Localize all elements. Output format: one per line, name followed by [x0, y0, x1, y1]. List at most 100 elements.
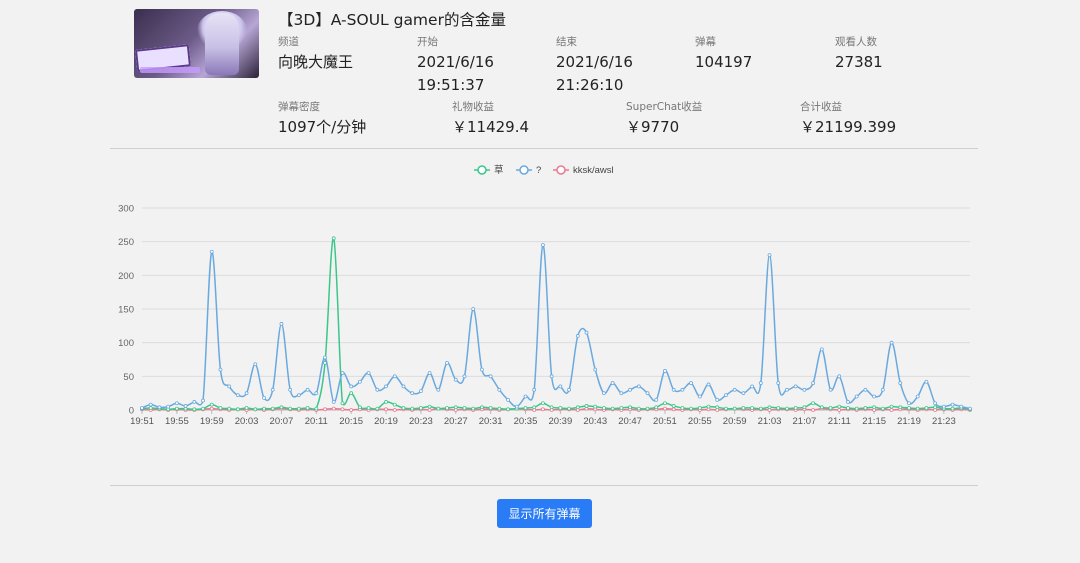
- series-point: [541, 243, 545, 247]
- y-tick-label: 150: [118, 305, 134, 316]
- y-tick-label: 250: [118, 237, 134, 248]
- series-point: [401, 406, 406, 410]
- series-point: [654, 397, 659, 402]
- series-point: [933, 405, 938, 410]
- chart-legend[interactable]: 草? kksk/awsl: [474, 164, 614, 176]
- series-point: [819, 347, 824, 352]
- x-tick-label: 20:03: [235, 416, 259, 427]
- danmaku-line-chart: 0 50 100 150 200 250 300 19:51 19:55 19:59 20:03 2…: [118, 164, 972, 427]
- series-point: [192, 407, 197, 412]
- series-point: [419, 389, 423, 394]
- series-point: [802, 387, 807, 392]
- series-point: [349, 408, 354, 412]
- series-point: [671, 387, 676, 392]
- series-point: [785, 387, 789, 392]
- series-point: [941, 404, 946, 409]
- series-point: [767, 253, 772, 258]
- series-point: [384, 384, 388, 389]
- legend-label: kksk/awsl: [573, 165, 614, 176]
- series-point: [148, 406, 153, 410]
- series-point: [166, 404, 171, 409]
- legend-item[interactable]: ?: [516, 165, 541, 176]
- series-point: [645, 391, 650, 396]
- stat-value: ￥11429.4: [452, 118, 530, 136]
- series-point: [506, 397, 510, 402]
- series-point: [532, 387, 537, 392]
- stat-channel: 频道 向晚大魔王: [278, 34, 353, 74]
- series-point: [462, 374, 467, 379]
- stat-end: 结束 2021/6/16 21:26:10: [556, 34, 633, 97]
- series-point: [523, 394, 528, 399]
- stat-superchat-income: SuperChat收益 ￥9770: [626, 99, 702, 139]
- series-point: [140, 406, 144, 410]
- x-tick-label: 20:39: [548, 416, 572, 427]
- chart-x-axis: 19:51 19:55 19:59 20:03 20:07 20:11 20:15 20:19…: [130, 410, 956, 427]
- series-point: [828, 406, 833, 410]
- series-point: [331, 400, 336, 404]
- series-point: [244, 406, 249, 410]
- series-point: [915, 394, 920, 399]
- x-tick-label: 19:51: [130, 416, 154, 427]
- series-point: [898, 405, 903, 410]
- series-1: [140, 243, 972, 411]
- y-tick-label: 0: [129, 406, 134, 417]
- series-point: [671, 404, 676, 408]
- series-point: [427, 408, 432, 412]
- series-point: [663, 401, 667, 406]
- x-tick-label: 21:03: [758, 416, 782, 427]
- series-point: [750, 406, 755, 410]
- stream-thumbnail[interactable]: [134, 9, 259, 78]
- series-point: [497, 406, 502, 411]
- series-point: [349, 391, 354, 396]
- series-point: [610, 381, 615, 385]
- series-point: [227, 384, 232, 389]
- series-point: [811, 408, 816, 412]
- y-tick-label: 300: [118, 204, 134, 215]
- stat-value: 27381: [835, 53, 883, 71]
- legend-item[interactable]: kksk/awsl: [553, 165, 614, 176]
- legend-label: ?: [536, 165, 541, 176]
- series-point: [357, 405, 362, 410]
- series-point: [288, 406, 293, 411]
- thumbnail-character: [205, 13, 239, 75]
- series-point: [253, 362, 258, 367]
- x-tick-label: 21:23: [932, 416, 956, 427]
- series-point: [663, 369, 667, 373]
- stat-label: 合计收益: [800, 101, 842, 113]
- series-point: [488, 374, 493, 379]
- series-point: [340, 407, 345, 412]
- series-point: [567, 406, 571, 411]
- series-line: [141, 244, 971, 410]
- thumbnail-banner-sub: [140, 67, 200, 73]
- series-point: [819, 405, 824, 410]
- series-point: [907, 406, 911, 410]
- series-point: [480, 367, 484, 372]
- series-point: [279, 321, 284, 326]
- series-point: [741, 406, 746, 410]
- series-point: [846, 406, 850, 410]
- series-point: [558, 406, 563, 410]
- series-point: [235, 407, 240, 412]
- legend-item[interactable]: 草: [474, 164, 504, 176]
- series-point: [575, 334, 580, 338]
- show-all-danmaku-button[interactable]: 显示所有弹幕: [497, 499, 592, 528]
- x-tick-label: 20:11: [305, 416, 328, 427]
- series-point: [837, 404, 842, 409]
- series-point: [314, 391, 319, 396]
- series-0: [140, 236, 972, 412]
- series-point: [602, 391, 606, 396]
- series-point: [157, 405, 162, 410]
- series-point: [506, 407, 510, 412]
- series-point: [262, 395, 266, 400]
- stat-label: SuperChat收益: [626, 101, 703, 113]
- series-point: [776, 381, 781, 385]
- series-point: [933, 401, 938, 406]
- series-point: [802, 405, 807, 410]
- series-point: [619, 406, 624, 410]
- series-point: [174, 401, 179, 406]
- series-point: [436, 406, 441, 411]
- stat-value: ￥9770: [626, 118, 680, 136]
- series-point: [514, 404, 519, 409]
- series-point: [785, 406, 789, 411]
- series-point: [706, 404, 711, 409]
